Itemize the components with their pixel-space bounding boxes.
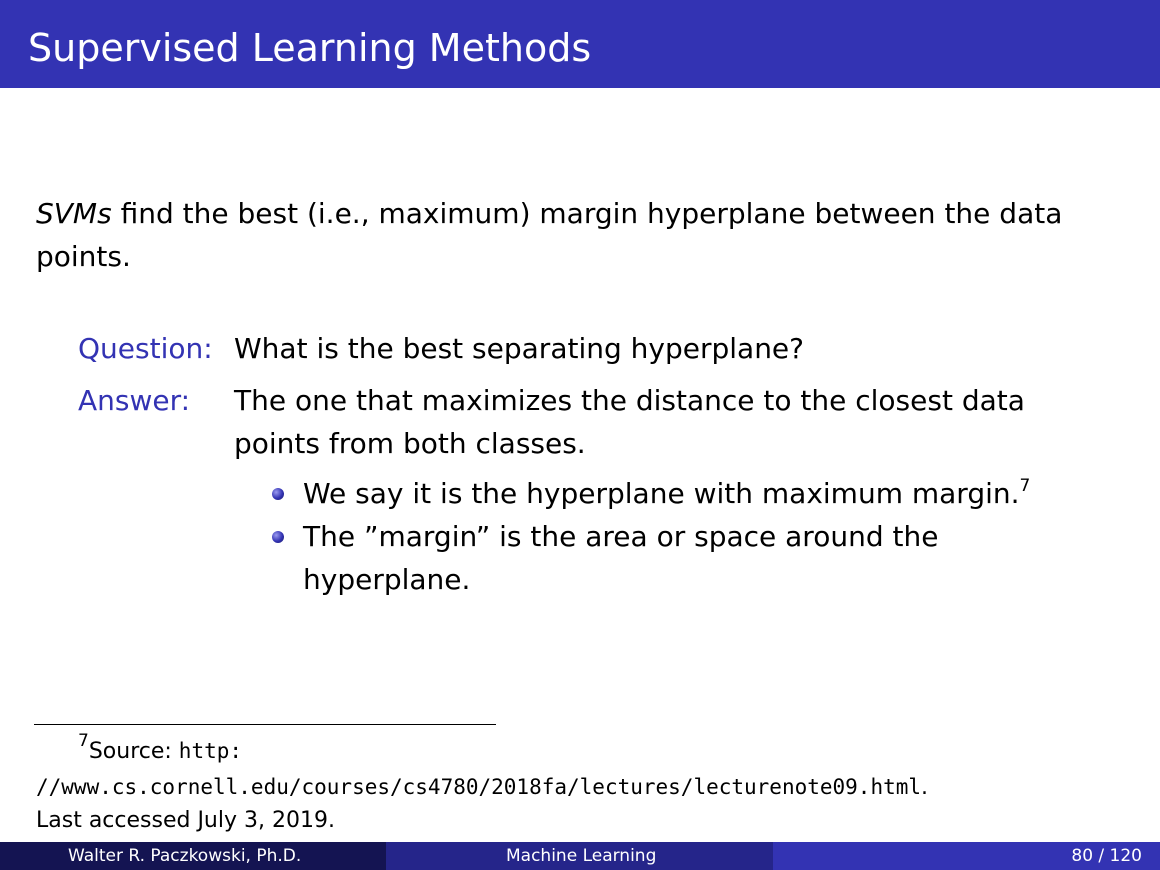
footnote-line-2: //www.cs.cornell.edu/courses/cs4780/2018… — [36, 772, 928, 803]
footer-page-box: 80 / 120 — [773, 842, 1160, 870]
footnote-mark: 7 — [1019, 476, 1031, 496]
answer-label: Answer: — [78, 384, 191, 417]
question-label: Question: — [78, 332, 213, 365]
footnote-line-3: Last accessed July 3, 2019. — [36, 808, 335, 833]
bullet-item-1: We say it is the hyperplane with maximum… — [303, 472, 1093, 520]
footer-author: Walter R. Paczkowski, Ph.D. — [68, 846, 302, 866]
intro-paragraph: SVMs find the best (i.e., maximum) margi… — [36, 192, 1126, 278]
footnote-url-part2[interactable]: //www.cs.cornell.edu/courses/cs4780/2018… — [36, 775, 921, 799]
footer-bar: Walter R. Paczkowski, Ph.D. Machine Lear… — [0, 842, 1160, 870]
footnote-rule — [34, 724, 496, 725]
footnote-number: 7 — [78, 731, 89, 751]
footer-course-box: Machine Learning — [386, 842, 773, 870]
bullet-icon — [272, 488, 284, 500]
bullet-item-2: The ”margin” is the area or space around… — [303, 520, 939, 596]
answer-text: The one that maximizes the distance to t… — [234, 384, 1025, 460]
footnote-url-part1[interactable]: http: — [179, 739, 242, 763]
intro-text: find the best (i.e., maximum) margin hyp… — [36, 197, 1063, 273]
svm-emphasis: SVMs — [36, 197, 112, 230]
footnote-line-1: 7Source: http: — [78, 731, 242, 768]
footnote-prefix: Source: — [88, 739, 179, 764]
bullet-icon — [272, 531, 284, 543]
slide-title: Supervised Learning Methods — [28, 26, 592, 70]
footer-author-box: Walter R. Paczkowski, Ph.D. — [0, 842, 386, 870]
title-bar: Supervised Learning Methods — [0, 0, 1160, 88]
footnote-url-suffix: . — [921, 775, 929, 800]
question-text: What is the best separating hyperplane? — [234, 332, 805, 365]
bullet-item-1-text: We say it is the hyperplane with maximum… — [303, 477, 1020, 510]
footer-page-number: 80 / 120 — [1071, 846, 1142, 866]
footer-course: Machine Learning — [506, 846, 657, 866]
